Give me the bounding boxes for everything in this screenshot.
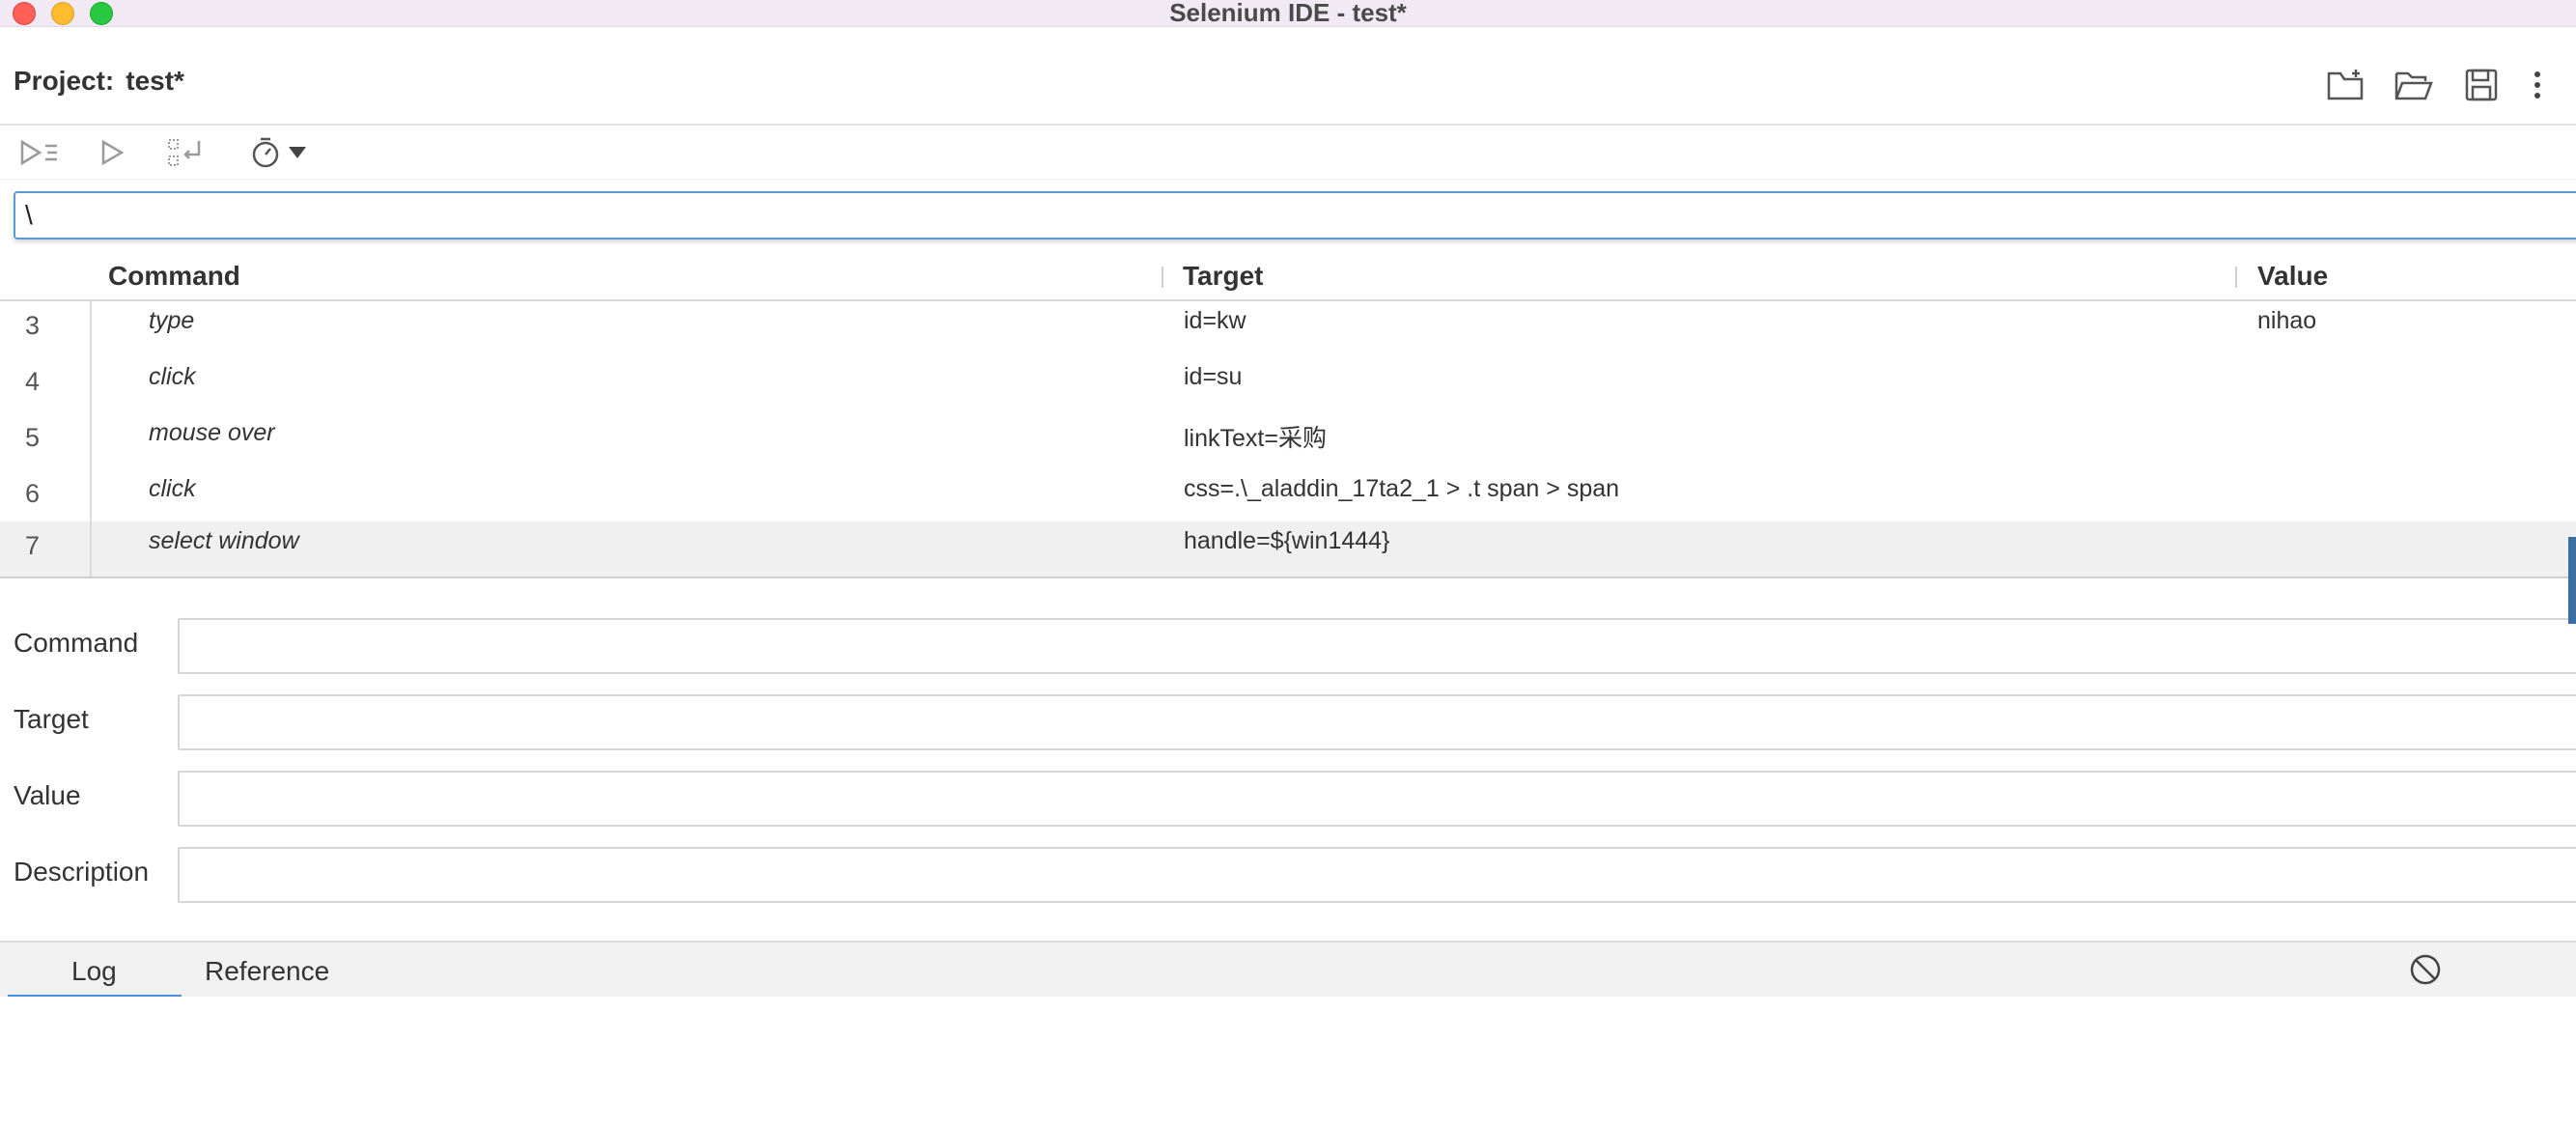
row-number: 3 <box>25 311 41 340</box>
tab-log[interactable]: Log <box>71 956 117 987</box>
table-row-selected[interactable]: 7 select window handle=${win1444} <box>0 521 2576 577</box>
row-target: handle=${win1444} <box>1184 527 1390 554</box>
project-title: Project: test* <box>14 66 184 97</box>
row-target: linkText=采购 <box>1184 425 1327 452</box>
tab-reference[interactable]: Reference <box>205 956 329 987</box>
project-header: Project: test* <box>0 27 2576 126</box>
command-editor: Command Target Value Description <box>0 579 2576 941</box>
row-number: 4 <box>25 367 41 396</box>
column-header-value[interactable]: Value <box>2257 261 2328 292</box>
column-resizer-command[interactable] <box>1162 267 1163 288</box>
description-label: Description <box>14 857 150 887</box>
log-panel-tabs: Log Reference <box>0 941 2576 999</box>
window-edge-highlight <box>2568 537 2576 624</box>
row-command: select window <box>149 527 299 554</box>
row-number: 5 <box>25 423 41 452</box>
header-actions <box>2325 64 2547 106</box>
row-number: 7 <box>25 531 41 560</box>
column-header-command[interactable]: Command <box>108 261 240 292</box>
speed-timer-icon[interactable] <box>249 135 282 170</box>
row-command: click <box>149 363 196 390</box>
command-input[interactable]: \ <box>14 191 2576 239</box>
row-command: click <box>149 475 196 502</box>
run-current-test-icon[interactable] <box>100 135 126 170</box>
dropdown-arrow-icon[interactable] <box>288 135 307 170</box>
target-field[interactable] <box>178 694 2576 750</box>
log-output <box>0 997 2576 1126</box>
command-table: 3 type id=kw nihao 4 click id=su 5 mouse… <box>0 301 2576 577</box>
row-command: mouse over <box>149 419 275 446</box>
table-row[interactable]: 6 click css=.\_aladdin_17ta2_1 > .t span… <box>0 469 2576 525</box>
row-number-divider <box>90 301 92 577</box>
row-command: type <box>149 307 195 334</box>
table-row[interactable]: 3 type id=kw nihao <box>0 301 2576 357</box>
row-value: nihao <box>2257 307 2317 334</box>
open-project-icon[interactable] <box>2393 64 2435 106</box>
row-number: 6 <box>25 479 41 508</box>
step-over-icon[interactable] <box>166 135 203 170</box>
run-toolbar <box>0 126 2576 180</box>
table-bottom-divider <box>0 577 2576 578</box>
project-label: Project: <box>14 66 115 96</box>
run-all-tests-icon[interactable] <box>19 135 60 170</box>
row-target: id=kw <box>1184 307 1246 334</box>
command-field[interactable] <box>178 618 2576 674</box>
command-table-header: Command Target Value <box>0 257 2576 301</box>
value-label: Value <box>14 780 81 810</box>
save-project-icon[interactable] <box>2460 64 2503 106</box>
more-options-icon[interactable] <box>2528 64 2547 106</box>
value-field[interactable] <box>178 771 2576 827</box>
row-target: id=su <box>1184 363 1243 390</box>
description-field[interactable] <box>178 847 2576 903</box>
command-label: Command <box>14 628 139 658</box>
column-header-target[interactable]: Target <box>1183 261 1264 292</box>
column-resizer-target[interactable] <box>2235 267 2237 288</box>
new-project-icon[interactable] <box>2325 64 2367 106</box>
project-name[interactable]: test* <box>126 66 184 96</box>
window-titlebar: Selenium IDE - test* <box>0 0 2576 27</box>
target-label: Target <box>14 704 89 734</box>
clear-log-icon[interactable] <box>2408 952 2443 987</box>
table-row[interactable]: 4 click id=su <box>0 357 2576 413</box>
table-row[interactable]: 5 mouse over linkText=采购 <box>0 413 2576 469</box>
row-target: css=.\_aladdin_17ta2_1 > .t span > span <box>1184 475 1620 502</box>
window-title: Selenium IDE - test* <box>1169 0 1407 27</box>
